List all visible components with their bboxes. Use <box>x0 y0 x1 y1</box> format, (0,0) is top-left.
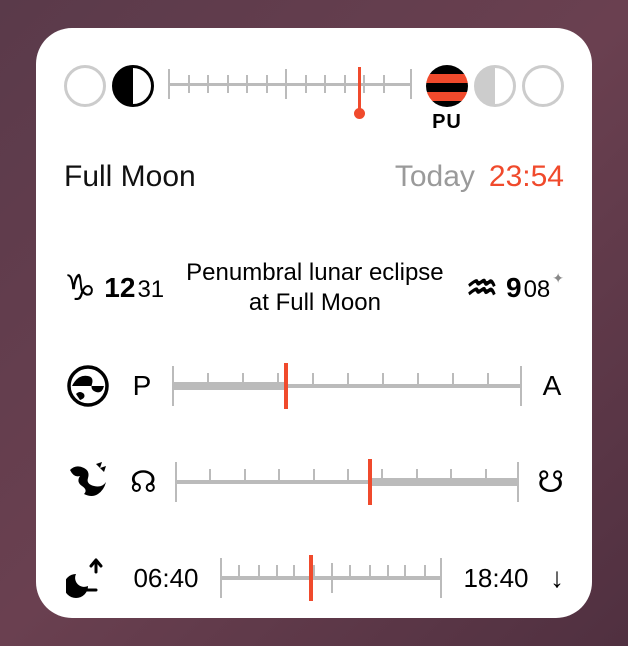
apsis-marker <box>284 363 288 409</box>
day-marker <box>309 555 313 601</box>
title-row: Full Moon Today 23:54 <box>64 160 564 194</box>
event-time: 23:54 <box>489 160 564 194</box>
moonrise-time: 06:40 <box>130 563 202 594</box>
apsis-row: P A <box>64 358 564 414</box>
phase-new-icon <box>64 65 106 107</box>
node-slider <box>175 457 520 507</box>
day-label: Today <box>395 160 475 194</box>
globe-icon <box>64 364 112 408</box>
position-right: ♒︎ 908✦ <box>466 267 564 309</box>
dragon-icon <box>64 460 112 504</box>
phase-name: Full Moon <box>64 160 196 194</box>
moon-widget: PU Full Moon Today 23:54 ♑︎ 1231 Penumbr… <box>36 28 592 618</box>
position-left: ♑︎ 1231 <box>64 267 164 309</box>
phase-first-quarter-icon <box>112 65 154 107</box>
moonset-time: 18:40 <box>460 563 532 594</box>
phase-progress-scale <box>168 61 412 111</box>
rise-set-row: 06:40 18:40 ↓ <box>64 550 564 606</box>
phase-row: PU <box>64 56 564 116</box>
perigee-label: P <box>130 370 154 402</box>
apsis-slider <box>172 361 522 411</box>
right-minutes: 08 <box>524 276 551 303</box>
phase-last-quarter-icon <box>474 65 516 107</box>
north-node-icon: ☊ <box>130 465 157 500</box>
phase-full-icon: PU <box>426 65 468 107</box>
capricorn-icon: ♑︎ <box>64 267 96 309</box>
down-arrow-icon: ↓ <box>550 562 564 594</box>
phase-marker <box>358 67 361 115</box>
phase-new-end-icon <box>522 65 564 107</box>
apogee-label: A <box>540 370 564 402</box>
south-node-icon: ☋ <box>537 465 564 500</box>
right-degrees: 9 <box>506 272 522 303</box>
positions-row: ♑︎ 1231 Penumbral lunar eclipse at Full … <box>64 258 564 318</box>
left-minutes: 31 <box>137 276 164 303</box>
day-slider <box>220 553 442 603</box>
node-marker <box>368 459 372 505</box>
star-icon: ✦ <box>552 270 564 286</box>
pu-label: PU <box>426 111 468 134</box>
node-row: ☊ ☋ <box>64 454 564 510</box>
left-degrees: 12 <box>104 272 135 303</box>
moonrise-icon <box>64 556 112 600</box>
aquarius-icon: ♒︎ <box>466 267 498 309</box>
event-description: Penumbral lunar eclipse at Full Moon <box>174 258 456 318</box>
